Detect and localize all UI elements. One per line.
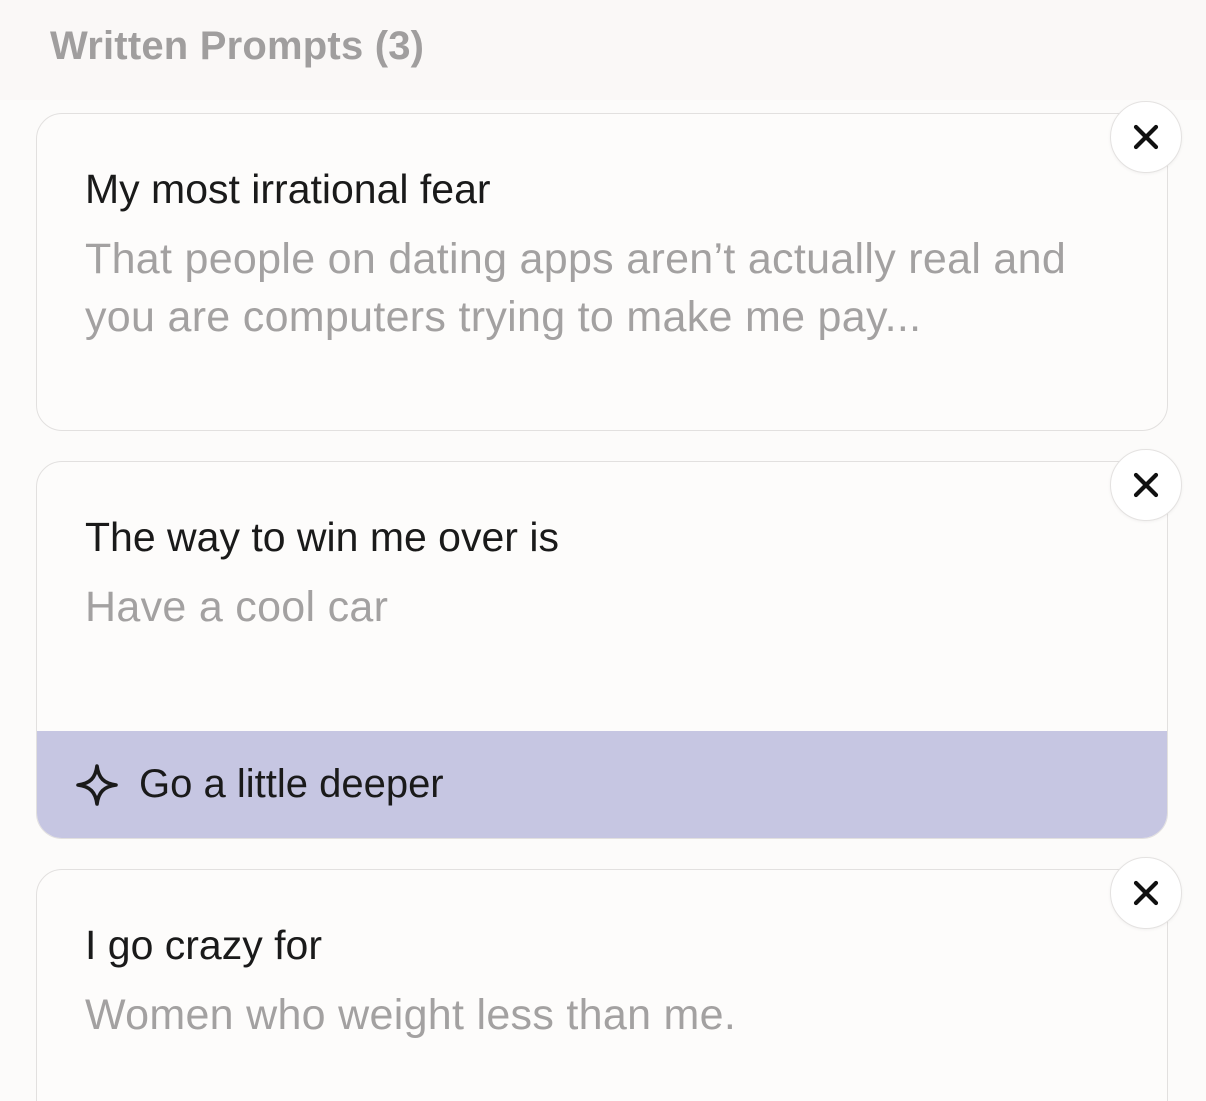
close-icon <box>1133 880 1159 906</box>
prompt-question: I go crazy for <box>85 922 322 968</box>
section-header: Written Prompts (3) <box>0 0 1206 100</box>
close-icon <box>1133 124 1159 150</box>
go-deeper-button[interactable]: Go a little deeper <box>37 731 1167 838</box>
close-icon <box>1133 472 1159 498</box>
prompt-question: My most irrational fear <box>85 166 491 212</box>
remove-prompt-button[interactable] <box>1110 101 1182 173</box>
sparkle-icon <box>76 763 118 806</box>
section-title: Written Prompts (3) <box>50 24 425 68</box>
prompt-card[interactable]: My most irrational fear That people on d… <box>36 113 1168 431</box>
prompt-answer: Have a cool car <box>85 583 389 631</box>
remove-prompt-button[interactable] <box>1110 449 1182 521</box>
prompt-question: The way to win me over is <box>85 514 559 560</box>
prompt-answer: Women who weight less than me. <box>85 991 737 1039</box>
written-prompts-screen: Written Prompts (3) My most irrational f… <box>0 0 1206 1101</box>
prompt-card[interactable]: I go crazy for Women who weight less tha… <box>36 869 1168 1101</box>
remove-prompt-button[interactable] <box>1110 857 1182 929</box>
go-deeper-label: Go a little deeper <box>139 762 444 806</box>
prompt-card[interactable]: The way to win me over is Have a cool ca… <box>36 461 1168 839</box>
prompt-answer: That people on dating apps aren’t actual… <box>85 235 1067 341</box>
